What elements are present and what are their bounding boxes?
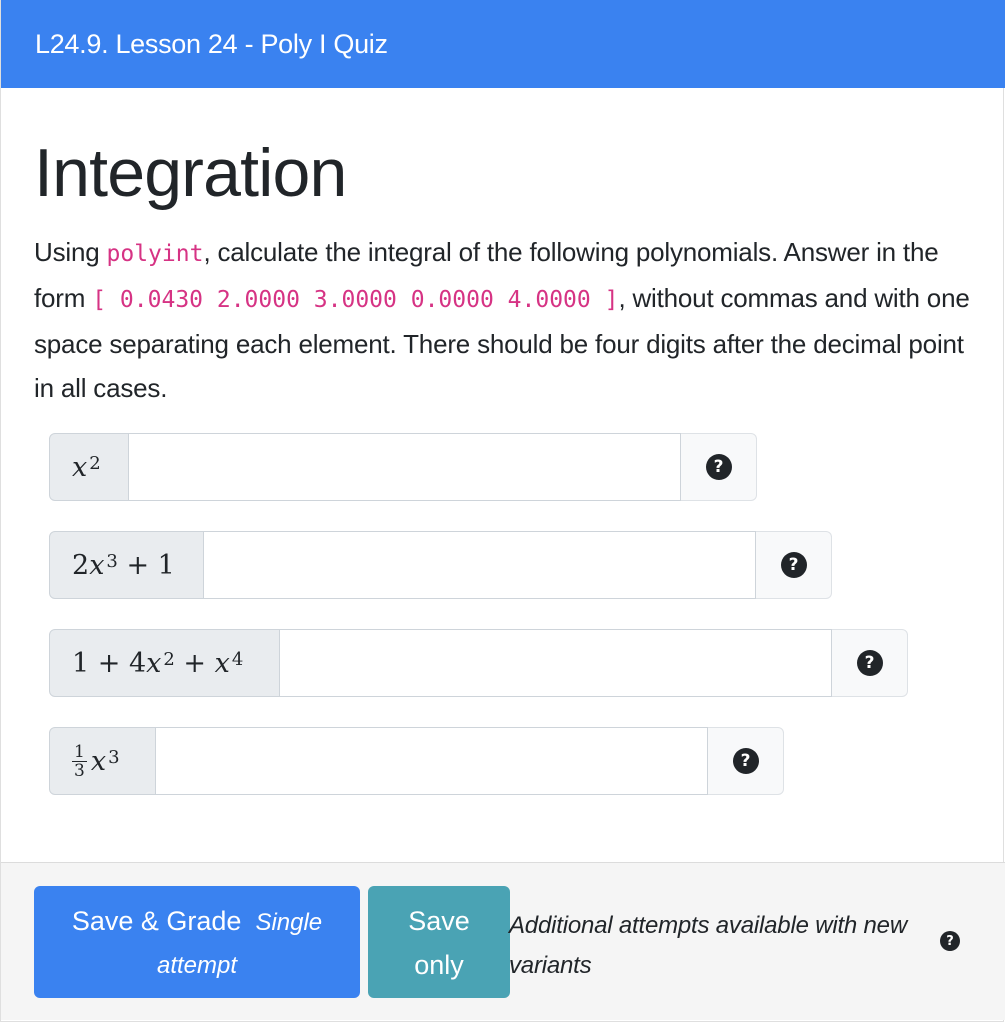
question-circle-icon: ? — [705, 454, 732, 480]
answer-row-4: 13x3 ? — [49, 727, 784, 795]
save-grade-note-a: Single — [255, 909, 323, 936]
save-grade-button[interactable]: Save & Grade Single attempt — [34, 886, 360, 998]
save-only-button[interactable]: Save only — [368, 886, 510, 998]
save-only-line1: Save — [408, 906, 470, 936]
save-grade-label: Save & Grade — [71, 906, 242, 936]
answer-row-3: 1 + 4x2 + x4 ? — [49, 629, 908, 697]
fraction-one-third: 13 — [72, 741, 87, 781]
answer-help-3[interactable]: ? — [832, 629, 908, 697]
answer-input-1[interactable] — [129, 433, 681, 501]
answer-help-1[interactable]: ? — [681, 433, 757, 501]
prompt-code-example: [ 0.0430 2.0000 3.0000 0.0000 4.0000 ] — [92, 287, 619, 313]
answer-row-1: x2 ? — [49, 433, 757, 501]
question-circle-icon: ? — [732, 748, 759, 774]
question-card: L24.9. Lesson 24 - Poly I Quiz Integrati… — [0, 0, 1005, 1022]
answer-label-3: 1 + 4x2 + x4 — [49, 629, 280, 697]
prompt-code-polyint: polyint — [106, 241, 204, 267]
answer-label-4: 13x3 — [49, 727, 156, 795]
question-circle-icon: ? — [856, 650, 883, 676]
answer-row-2: 2x3 + 1 ? — [49, 531, 832, 599]
answer-input-3[interactable] — [280, 629, 832, 697]
attempts-info-text: Additional attempts available with new v… — [509, 912, 907, 979]
question-circle-icon: ? — [780, 552, 807, 578]
answer-label-2: 2x3 + 1 — [49, 531, 204, 599]
question-prompt: Using polyint, calculate the integral of… — [34, 230, 974, 410]
answer-label-1: x2 — [49, 433, 129, 501]
prompt-text-1: Using — [34, 237, 107, 267]
answer-help-2[interactable]: ? — [756, 531, 832, 599]
save-grade-note-b: attempt — [156, 952, 238, 979]
footer-help-button[interactable]: ? — [940, 931, 960, 951]
answer-input-4[interactable] — [156, 727, 708, 795]
answer-help-4[interactable]: ? — [708, 727, 784, 795]
answer-input-2[interactable] — [204, 531, 756, 599]
save-grade-label-line: Save & Grade Single — [34, 906, 360, 937]
question-title: Integration — [34, 135, 347, 211]
question-header-title: L24.9. Lesson 24 - Poly I Quiz — [35, 29, 388, 59]
save-only-line2: only — [414, 950, 464, 980]
question-circle-icon: ? — [940, 931, 960, 951]
question-header: L24.9. Lesson 24 - Poly I Quiz — [1, 0, 1005, 88]
